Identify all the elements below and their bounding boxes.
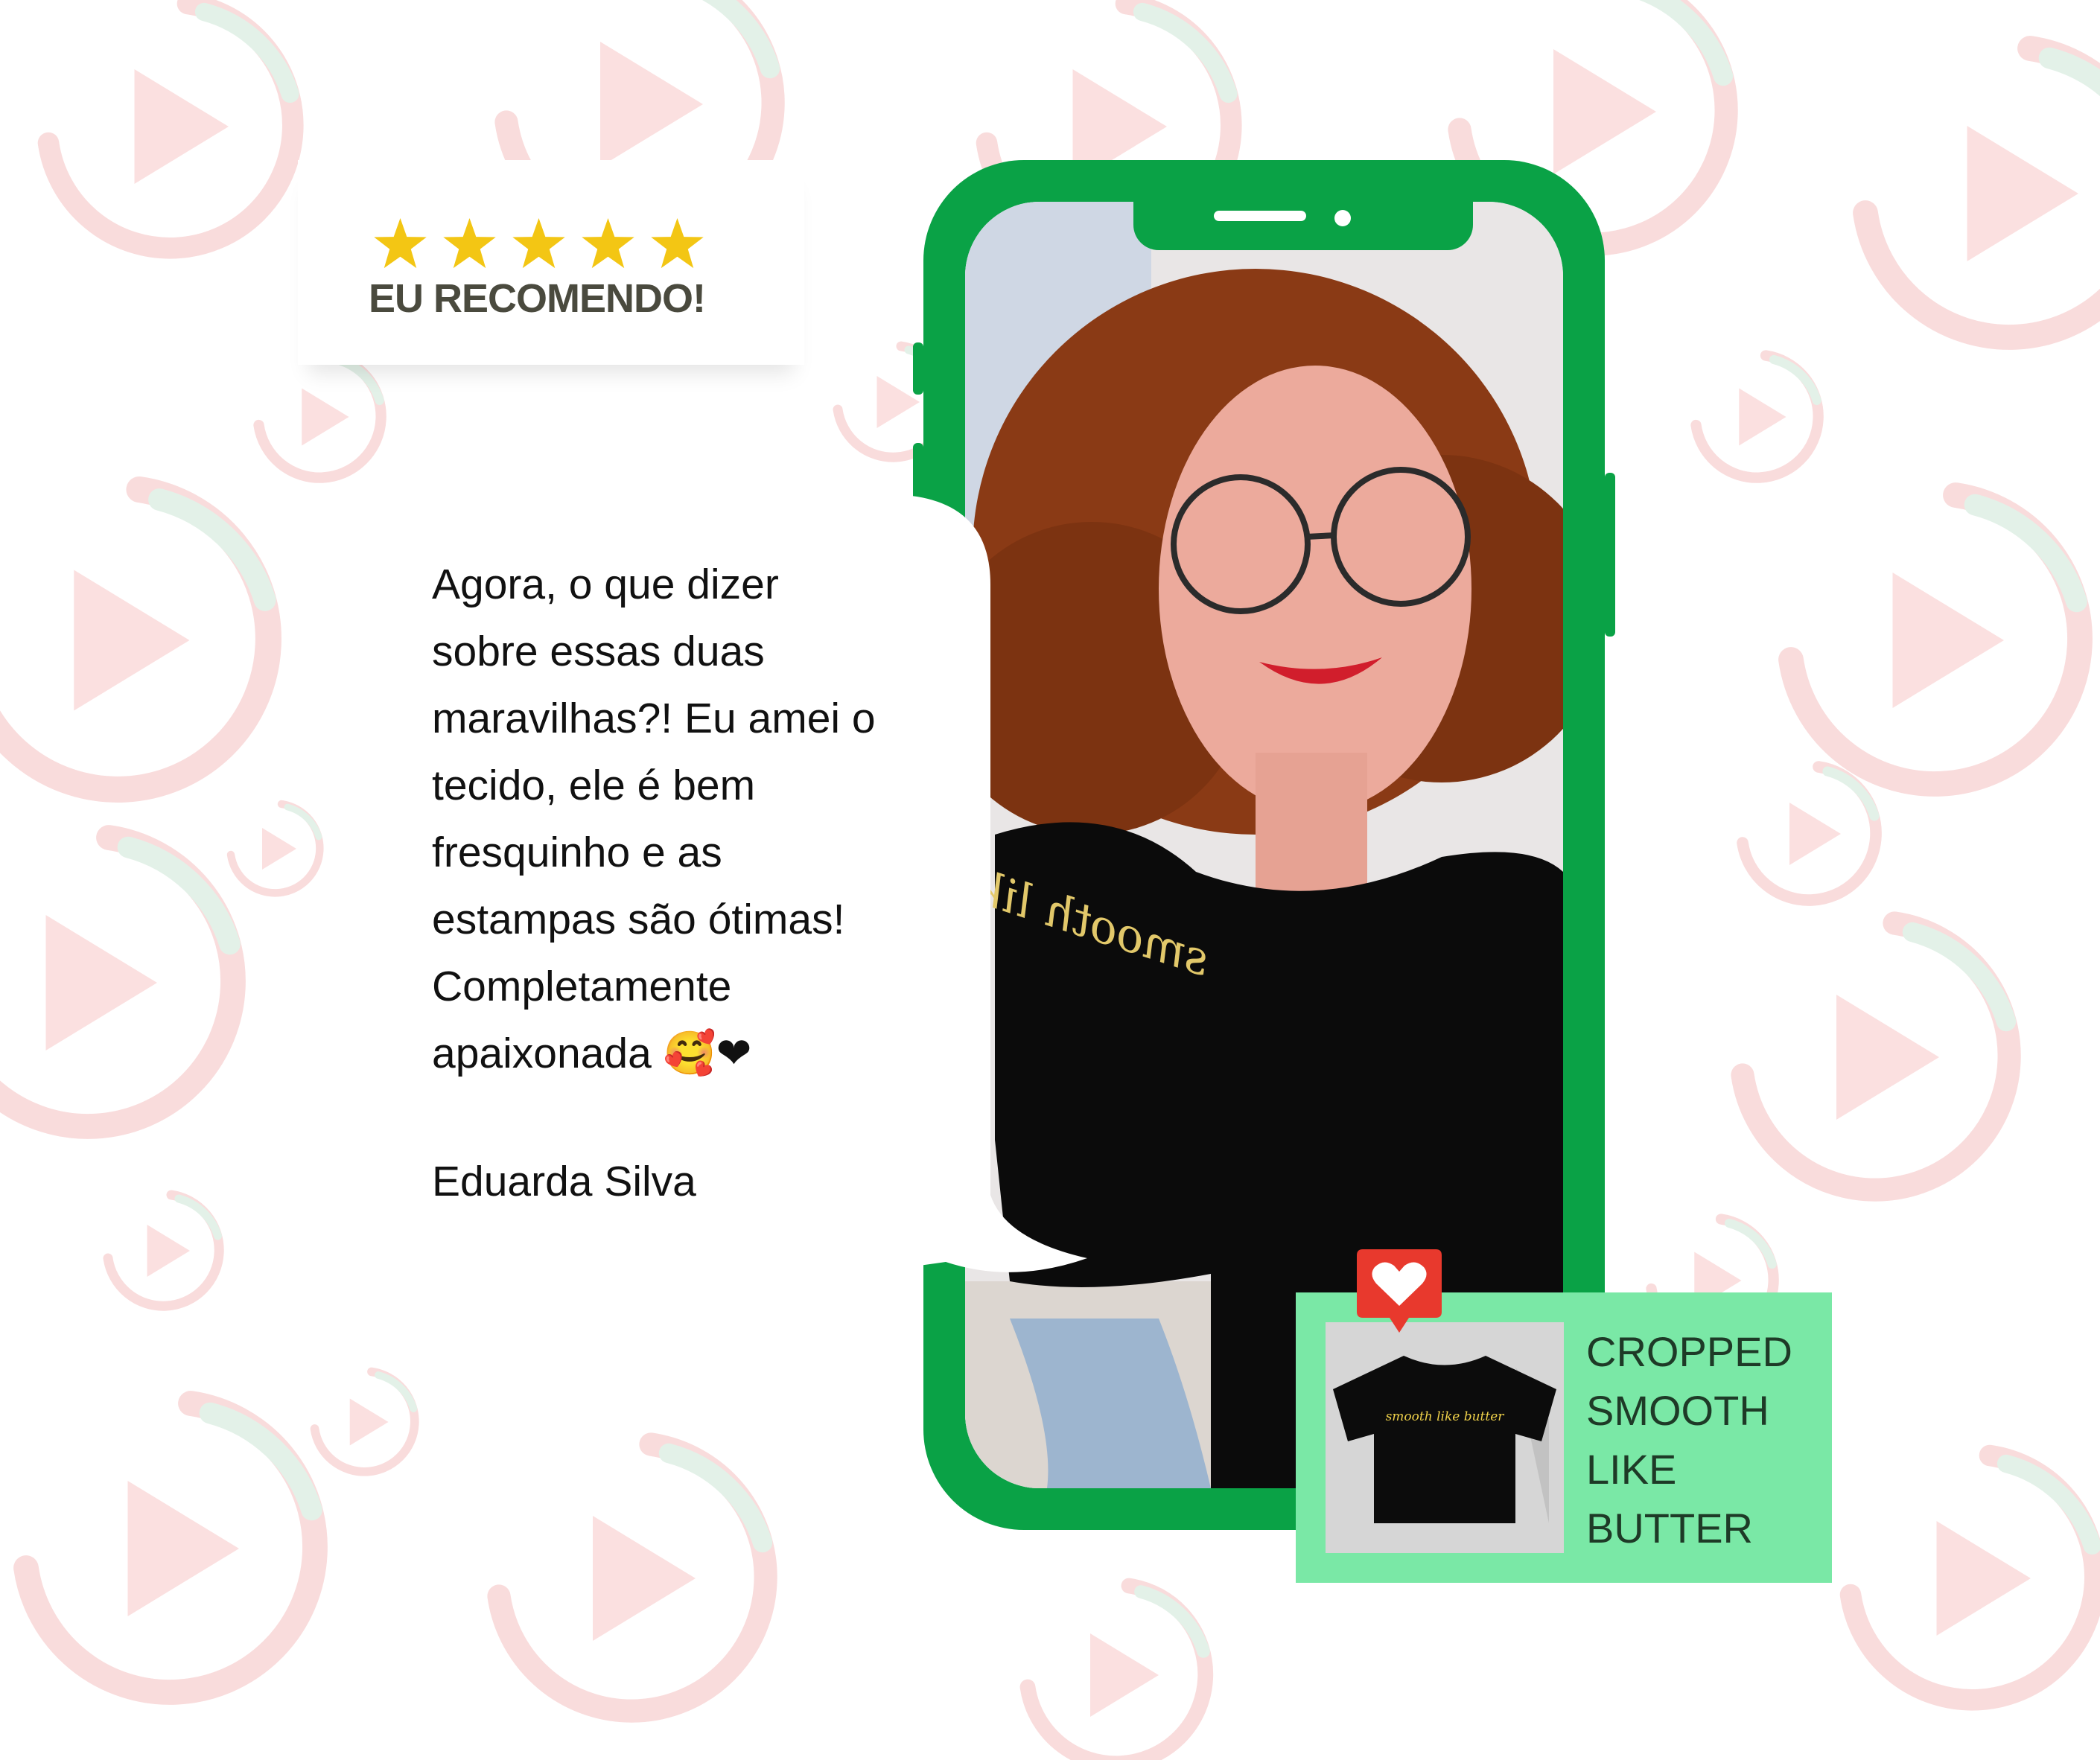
shirt-print-thumb: smooth like butter — [1386, 1409, 1505, 1424]
star-rating — [372, 216, 705, 272]
star-icon — [374, 218, 427, 269]
star-icon — [651, 218, 704, 269]
star-icon — [582, 218, 634, 269]
rating-card: EU RECOMENDO! — [298, 160, 804, 365]
testimonial-author: Eduarda Silva — [432, 1158, 696, 1205]
heart-icon[interactable] — [1357, 1249, 1442, 1336]
star-icon — [512, 218, 565, 269]
product-card[interactable]: smooth like butter CROPPED SMOOTH LIKE B… — [1296, 1292, 1832, 1583]
phone-speaker — [1214, 211, 1306, 221]
phone-side-button — [913, 342, 923, 395]
phone-notch — [1133, 202, 1473, 250]
product-title[interactable]: CROPPED SMOOTH LIKE BUTTER — [1586, 1322, 1824, 1557]
tshirt-icon: smooth like butter — [1326, 1322, 1564, 1553]
rating-label: EU RECOMENDO! — [369, 276, 706, 321]
phone-camera — [1334, 210, 1351, 226]
product-image[interactable]: smooth like butter — [1326, 1322, 1564, 1553]
testimonial-quote: Agora, o que dizer sobre essas duas mara… — [432, 561, 876, 1077]
star-icon — [443, 218, 496, 269]
phone-side-button — [1605, 473, 1615, 637]
